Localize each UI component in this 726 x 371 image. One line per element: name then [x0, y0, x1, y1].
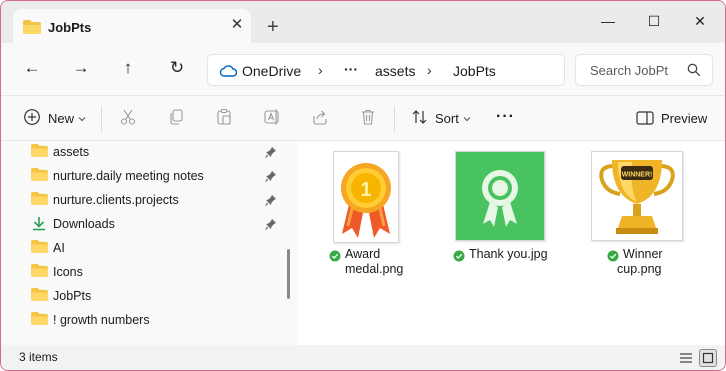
file-name: Thank you.jpg	[469, 247, 548, 261]
sidebar-item-label: assets	[53, 145, 90, 159]
sort-icon	[411, 108, 429, 131]
maximize-button[interactable]: ☐	[631, 9, 677, 33]
new-tab-button[interactable]: +	[267, 17, 279, 37]
chevron-down-icon	[463, 110, 471, 128]
file-item[interactable]: 1 Award medal.png	[325, 151, 435, 301]
download-icon	[31, 216, 47, 236]
breadcrumb-jobpts[interactable]: JobPts	[453, 63, 496, 79]
search-box[interactable]: Search JobPt	[575, 54, 713, 86]
cut-icon[interactable]	[119, 108, 137, 131]
more-options-button[interactable]: ···	[496, 108, 515, 126]
chevron-down-icon	[78, 110, 86, 128]
award-medal-thumbnail: 1	[333, 151, 399, 243]
details-view-icon[interactable]	[677, 349, 695, 367]
winner-cup-text: WINNER!	[622, 172, 653, 179]
navigation-pane: assets nurture.daily meeting notes nurtu…	[1, 141, 297, 345]
item-count: 3 items	[19, 350, 58, 364]
sort-button-label: Sort	[435, 111, 459, 126]
sidebar-item-icons[interactable]: Icons	[31, 261, 281, 283]
sidebar-item-growth-numbers[interactable]: ! growth numbers	[31, 309, 281, 331]
onedrive-cloud-icon	[219, 64, 238, 82]
sidebar-item-label: nurture.daily meeting notes	[53, 169, 204, 183]
tab-jobpts[interactable]: JobPts ✕	[13, 9, 251, 43]
search-placeholder[interactable]: Search JobPt	[590, 63, 668, 78]
preview-pane-icon	[636, 110, 654, 131]
folder-icon	[31, 264, 48, 282]
folder-icon	[31, 192, 48, 210]
folder-icon	[31, 168, 48, 186]
pin-icon	[265, 217, 277, 235]
folder-icon	[23, 20, 41, 39]
preview-button-label: Preview	[661, 111, 708, 126]
pin-icon	[265, 193, 277, 211]
back-button[interactable]: ←	[21, 57, 43, 79]
rename-icon[interactable]	[263, 108, 281, 131]
plus-circle-icon	[23, 108, 41, 131]
title-bar: JobPts ✕ + — ☐ ✕	[1, 1, 725, 43]
synced-check-icon	[329, 249, 341, 267]
sidebar-item-nurture-daily-meeting-notes[interactable]: nurture.daily meeting notes	[31, 165, 281, 187]
file-name-continued: cup.png	[617, 262, 662, 276]
toolbar-divider	[394, 106, 395, 132]
file-name-continued: medal.png	[345, 262, 404, 276]
navigation-bar: ← → ↑ ↻ OneDrive › ··· assets › JobPts S…	[1, 43, 725, 95]
refresh-button[interactable]: ↻	[166, 57, 188, 79]
new-button-label: New	[48, 111, 75, 126]
sidebar-item-jobpts[interactable]: JobPts	[31, 285, 281, 307]
breadcrumb-overflow[interactable]: ···	[344, 61, 358, 77]
file-explorer-window: JobPts ✕ + — ☐ ✕ ← → ↑ ↻ OneDrive › ··· …	[0, 0, 726, 371]
status-bar: 3 items	[1, 345, 725, 370]
sidebar-item-label: AI	[53, 241, 65, 255]
sidebar-item-label: ! growth numbers	[53, 313, 150, 327]
folder-icon	[31, 288, 48, 306]
file-item[interactable]: WINNER! Winner cup.png	[591, 151, 701, 301]
share-icon[interactable]	[311, 108, 329, 131]
command-bar: New Sort ··· Preview	[1, 95, 725, 141]
sidebar-item-label: Downloads	[53, 217, 115, 231]
pin-icon	[265, 145, 277, 163]
sidebar-item-nurture-clients-projects[interactable]: nurture.clients.projects	[31, 189, 281, 211]
folder-icon	[31, 240, 48, 258]
close-window-button[interactable]: ✕	[677, 9, 723, 33]
delete-icon[interactable]	[359, 108, 377, 131]
file-name: Award	[345, 247, 381, 261]
up-button[interactable]: ↑	[117, 57, 139, 79]
svg-text:1: 1	[360, 179, 371, 201]
chevron-right-icon[interactable]: ›	[427, 62, 432, 78]
copy-icon[interactable]	[167, 108, 185, 131]
sidebar-item-label: JobPts	[53, 289, 92, 303]
folder-icon	[31, 312, 48, 330]
preview-button[interactable]: Preview	[631, 96, 711, 140]
file-view: 1 Award medal.png Thank you.jpg WINNER! …	[297, 141, 725, 345]
close-tab-icon[interactable]: ✕	[229, 17, 245, 33]
minimize-button[interactable]: —	[585, 9, 631, 33]
large-icons-view-icon[interactable]	[699, 349, 717, 367]
sidebar-item-downloads[interactable]: Downloads	[31, 213, 281, 235]
new-button[interactable]: New	[15, 96, 91, 140]
pin-icon	[265, 169, 277, 187]
sidebar-item-assets[interactable]: assets	[31, 141, 281, 163]
sort-button[interactable]: Sort	[405, 96, 475, 140]
address-bar[interactable]: OneDrive › ··· assets › JobPts	[207, 54, 565, 86]
breadcrumb-assets[interactable]: assets	[375, 63, 415, 79]
folder-icon	[31, 144, 48, 162]
paste-icon[interactable]	[215, 108, 233, 131]
sidebar-item-ai[interactable]: AI	[31, 237, 281, 259]
thank-you-thumbnail	[455, 151, 545, 241]
file-name: Winner	[623, 247, 663, 261]
synced-check-icon	[453, 249, 465, 267]
toolbar-divider	[101, 106, 102, 132]
breadcrumb-onedrive[interactable]: OneDrive	[242, 63, 301, 79]
tab-title: JobPts	[48, 20, 92, 35]
file-item[interactable]: Thank you.jpg	[453, 151, 563, 301]
forward-button[interactable]: →	[70, 57, 92, 79]
sidebar-item-label: Icons	[53, 265, 83, 279]
search-icon[interactable]	[687, 63, 701, 82]
sidebar-scrollbar[interactable]	[287, 249, 290, 299]
sidebar-item-label: nurture.clients.projects	[53, 193, 179, 207]
chevron-right-icon[interactable]: ›	[318, 62, 323, 78]
winner-cup-thumbnail: WINNER!	[591, 151, 683, 241]
